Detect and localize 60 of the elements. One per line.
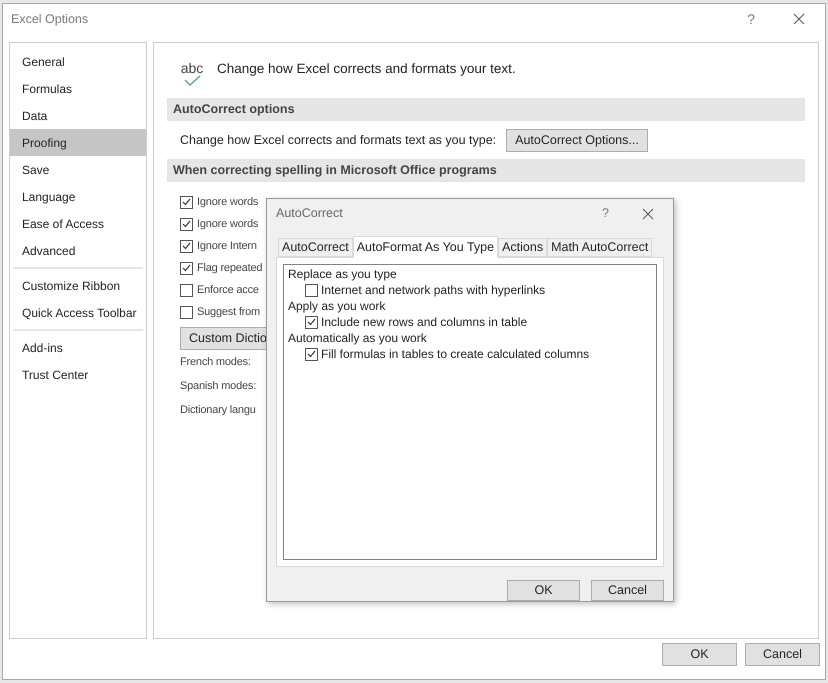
sidebar-item[interactable]: Add-ins [13, 334, 143, 361]
help-button[interactable]: ? [602, 204, 609, 223]
checkbox[interactable] [305, 284, 318, 297]
field-label: French modes: [180, 354, 251, 370]
tab[interactable]: AutoFormat As You Type [352, 236, 498, 258]
checkbox[interactable] [305, 348, 318, 361]
checkbox[interactable] [180, 284, 193, 296]
field-label: Spanish modes: [180, 378, 256, 394]
autocorrect-options-button[interactable]: AutoCorrect Options... [506, 128, 648, 152]
sidebar-item[interactable]: Advanced [10, 237, 146, 264]
sidebar-item[interactable]: Proofing [10, 129, 146, 156]
dialog-button[interactable]: Cancel [591, 580, 664, 601]
checkbox[interactable] [180, 240, 193, 252]
help-button[interactable]: ? [747, 8, 755, 30]
checkbox[interactable] [305, 316, 318, 329]
group-heading: Replace as you type [288, 266, 398, 282]
option-label: Ignore words [197, 216, 258, 232]
tab[interactable]: AutoCorrect [278, 238, 353, 258]
checkmark-icon [182, 242, 191, 250]
checkmark-icon [307, 318, 316, 326]
close-icon[interactable] [642, 208, 654, 220]
close-icon[interactable] [793, 13, 805, 25]
option-label: Include new rows and columns in table [321, 314, 528, 332]
option-label: Internet and network paths with hyperlinks [321, 282, 546, 300]
tab[interactable]: Actions [498, 238, 548, 258]
sidebar-item[interactable]: General [10, 48, 146, 75]
group-heading: Apply as you work [288, 298, 386, 314]
sidebar-item[interactable]: Ease of Access [10, 210, 146, 237]
autocorrect-description: Change how Excel corrects and formats text as you type: [180, 132, 496, 149]
field-label: Dictionary langu [180, 402, 256, 418]
dialog-button[interactable]: Cancel [745, 643, 820, 666]
dialog-button[interactable]: OK [662, 643, 737, 666]
header-text: Change how Excel corrects and formats your text. [217, 60, 516, 78]
sidebar-item[interactable]: Formulas [10, 75, 146, 102]
checkmark-icon [182, 198, 191, 206]
dialog-title: AutoCorrect [276, 205, 343, 222]
option-label: Suggest from [197, 304, 260, 320]
option-label: Flag repeated [197, 260, 262, 276]
sidebar-item[interactable]: Save [10, 156, 146, 183]
option-label: Enforce acce [197, 282, 259, 298]
checkmark-icon [182, 220, 191, 228]
sidebar-item[interactable]: Language [10, 183, 146, 210]
option-label: Fill formulas in tables to create calculated columns [321, 346, 590, 364]
tab[interactable]: Math AutoCorrect [547, 238, 652, 258]
checkbox[interactable] [180, 218, 193, 230]
dialog-button[interactable]: OK [507, 580, 580, 601]
checkbox[interactable] [180, 262, 193, 274]
option-label: Ignore Intern [197, 238, 257, 254]
option-label: Ignore words [197, 194, 258, 210]
section-header: When correcting spelling in Microsoft Office programs [167, 159, 805, 182]
checkmark-icon [307, 350, 316, 358]
window-title: Excel Options [11, 10, 88, 28]
checkbox[interactable] [180, 196, 193, 208]
checkbox[interactable] [180, 306, 193, 318]
sidebar-item[interactable]: Trust Center [13, 361, 143, 388]
sidebar-item[interactable]: Quick Access Toolbar [13, 299, 143, 326]
checkmark-icon [182, 264, 191, 272]
sidebar-item[interactable]: Customize Ribbon [13, 272, 143, 299]
section-header: AutoCorrect options [167, 98, 805, 121]
sidebar-item[interactable]: Data [10, 102, 146, 129]
